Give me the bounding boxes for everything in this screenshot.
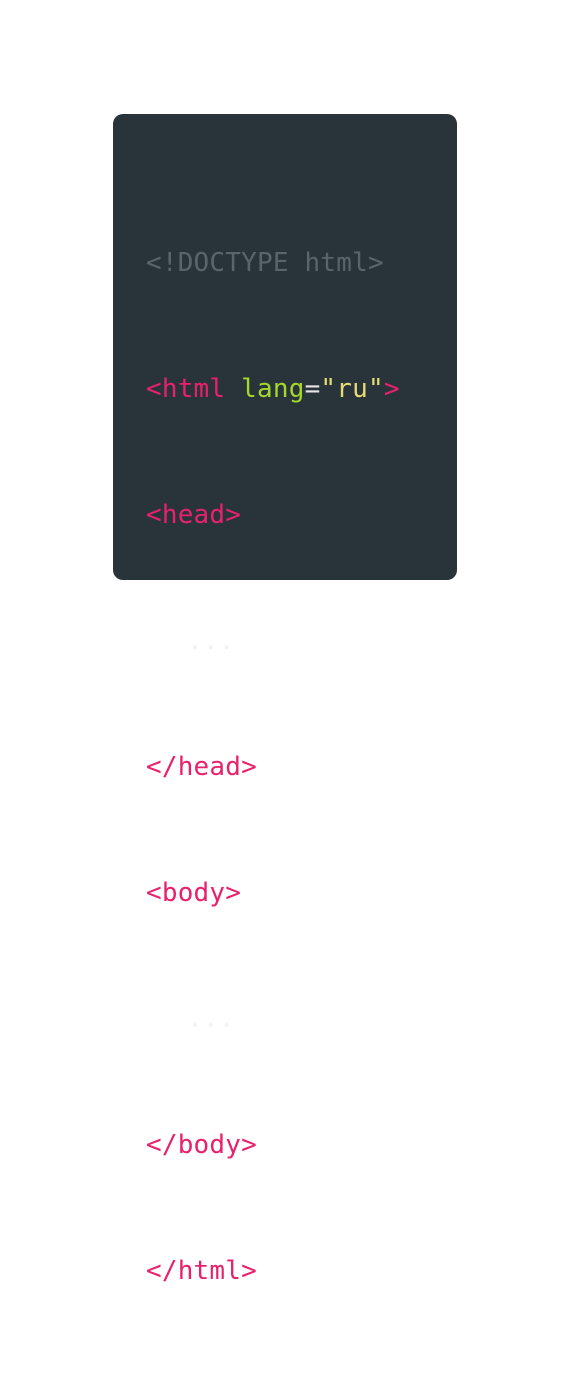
- html-open-tag: <html: [146, 374, 226, 404]
- code-line-body-content: ...: [146, 998, 400, 1040]
- code-line-html-open: <html lang="ru">: [146, 368, 400, 410]
- code-line-head-content: ...: [146, 620, 400, 662]
- code-line-doctype: <!DOCTYPE html>: [146, 242, 400, 284]
- head-open-tag: <head>: [146, 500, 242, 530]
- doctype-declaration: <!DOCTYPE html>: [146, 248, 384, 278]
- attribute-equals: =: [304, 374, 321, 404]
- code-line-html-close: </html>: [146, 1250, 400, 1292]
- code-line-body-open: <body>: [146, 872, 400, 914]
- lang-attribute-name: lang: [241, 374, 305, 404]
- lang-attribute-value: "ru": [320, 374, 384, 404]
- code-line-head-open: <head>: [146, 494, 400, 536]
- html-open-tag-end: >: [383, 374, 400, 404]
- head-content-ellipsis: ...: [187, 626, 235, 656]
- body-close-tag: </body>: [146, 1130, 257, 1160]
- body-open-tag: <body>: [146, 878, 242, 908]
- code-line-head-close: </head>: [146, 746, 400, 788]
- html-close-tag: </html>: [146, 1256, 257, 1286]
- code-line-body-close: </body>: [146, 1124, 400, 1166]
- code-snippet-card: <!DOCTYPE html> <html lang="ru"> <head> …: [113, 114, 457, 1286]
- body-content-ellipsis: ...: [187, 1004, 235, 1034]
- code-block: <!DOCTYPE html> <html lang="ru"> <head> …: [146, 158, 400, 1376]
- tag-space: [225, 374, 241, 404]
- head-close-tag: </head>: [146, 752, 257, 782]
